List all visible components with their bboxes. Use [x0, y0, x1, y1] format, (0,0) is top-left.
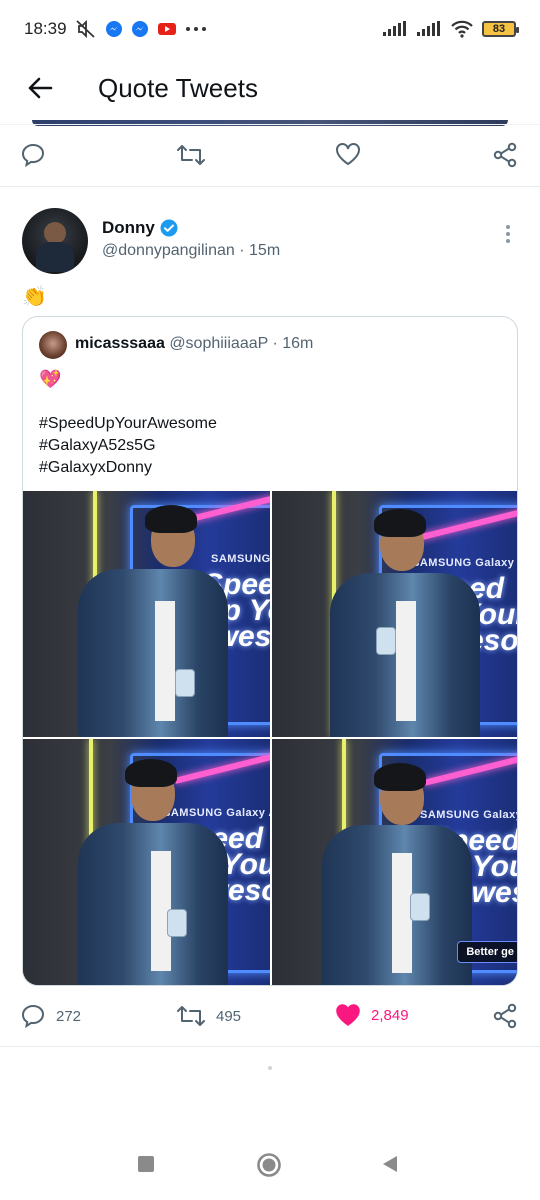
avatar-body: [36, 242, 74, 272]
tweet-photo[interactable]: SAMSUNG Galaxy A52s Speed Up Your Awesom…: [23, 739, 270, 985]
vertical-dots-icon: [506, 225, 510, 243]
tweet-photo[interactable]: SAMSUNG Galaxy Speed Up Your Awesome: [23, 491, 270, 737]
divider: [0, 186, 540, 187]
hashtag-link[interactable]: #GalaxyxDonny: [39, 457, 217, 479]
recents-button[interactable]: [136, 1154, 156, 1179]
person-hair: [374, 763, 426, 791]
reply-button[interactable]: [20, 142, 46, 168]
sign-text: SAMSUNG Galaxy A52s: [420, 809, 517, 821]
avatar[interactable]: [22, 208, 88, 274]
status-time: 18:39: [24, 19, 67, 38]
quoted-tweet-card[interactable]: micasssaaa @sophiiiaaaP · 16m 💖 #SpeedUp…: [22, 316, 518, 986]
tweet-text: 👏: [22, 286, 47, 308]
sign-text: SAMSUNG Galaxy A52s: [163, 807, 270, 819]
reply-button[interactable]: 272: [20, 1003, 81, 1029]
photo-grid: SAMSUNG Galaxy Speed Up Your Awesome SAM…: [23, 491, 517, 985]
back-arrow-icon: [28, 77, 53, 99]
quoted-handle: @sophiiiaaaP: [169, 335, 268, 352]
reply-icon: [21, 143, 45, 168]
sign-text: SAMSUNG Galaxy A52s: [412, 557, 517, 569]
tweet-photo[interactable]: SAMSUNG Galaxy A52s Speed Up Your Awesom…: [272, 491, 517, 737]
handle-line: @donnypangilinan · 15m: [102, 242, 280, 260]
hashtag-link[interactable]: #GalaxyA52s5G: [39, 435, 217, 457]
quoted-emoji: 💖: [39, 369, 62, 389]
liked-heart-icon: [336, 1004, 360, 1026]
video-caption-chip: Better ge: [457, 941, 517, 963]
sign-text: SAMSUNG Galaxy: [211, 553, 270, 565]
retweet-icon: [177, 145, 205, 165]
like-count: 2,849: [371, 1006, 409, 1024]
person-shirt: [155, 601, 175, 721]
triangle-back-icon: [383, 1156, 397, 1172]
loading-indicator: [268, 1066, 272, 1070]
tweet-actions: 272 495 2,849: [0, 986, 540, 1046]
system-navigation-bar: [0, 1130, 540, 1200]
phone: [376, 627, 396, 655]
status-bar: 18:39 83: [0, 0, 540, 58]
person-hair: [374, 509, 426, 537]
mute-icon: [75, 19, 95, 39]
author-name-line[interactable]: Donny: [102, 218, 178, 238]
circle-home-icon: [257, 1153, 281, 1177]
avatar-face: [44, 222, 66, 244]
share-icon: [493, 142, 517, 168]
more-options-button[interactable]: [498, 222, 518, 246]
share-icon: [493, 1003, 517, 1029]
quoted-avatar: [39, 331, 67, 359]
phone: [410, 893, 430, 921]
signal-icon: [417, 21, 440, 36]
page-title: Quote Tweets: [98, 72, 258, 103]
system-icons: 83: [382, 20, 519, 38]
display-name[interactable]: Donny: [102, 218, 155, 238]
tweet-photo[interactable]: SAMSUNG Galaxy A52s Speed Up Your Awesom…: [272, 739, 517, 985]
battery-level: 83: [492, 23, 506, 35]
phone: [175, 669, 195, 697]
verified-badge-icon: [160, 219, 178, 237]
hashtag-link[interactable]: #SpeedUpYourAwesome: [39, 413, 217, 435]
share-button[interactable]: [492, 1003, 518, 1029]
reply-icon: [21, 1004, 45, 1029]
more-notifications-icon: [185, 27, 206, 31]
person-shirt: [392, 853, 412, 973]
quoted-display-name: micasssaaa: [75, 335, 165, 352]
quoted-time: · 16m: [272, 335, 314, 352]
signal-icon: [383, 21, 406, 36]
like-icon: [336, 143, 360, 166]
wifi-icon: [451, 20, 473, 38]
retweet-count: 495: [216, 1007, 242, 1025]
system-back-button[interactable]: [380, 1154, 400, 1179]
reply-count: 272: [56, 1007, 82, 1025]
app-header: Quote Tweets: [0, 58, 540, 118]
person-jacket: [78, 569, 228, 737]
person-shirt: [396, 601, 416, 721]
like-button[interactable]: [335, 142, 361, 166]
author-handle[interactable]: @donnypangilinan: [102, 242, 235, 259]
retweet-icon: [177, 1006, 205, 1026]
tweet-time: · 15m: [239, 242, 281, 259]
like-button[interactable]: 2,849: [335, 1003, 409, 1027]
divider: [0, 1046, 540, 1047]
retweet-button[interactable]: 495: [176, 1003, 241, 1029]
person-hair: [145, 505, 197, 533]
retweet-button[interactable]: [176, 142, 206, 168]
messenger-icon: [131, 21, 148, 37]
messenger-icon: [105, 21, 122, 37]
back-button[interactable]: [20, 68, 60, 108]
square-recents-icon: [138, 1156, 154, 1172]
quoted-author-line: micasssaaa @sophiiiaaaP · 16m: [75, 335, 313, 353]
home-button[interactable]: [256, 1152, 282, 1183]
youtube-icon: [157, 23, 176, 35]
previous-tweet-actions: [0, 125, 540, 185]
share-button[interactable]: [492, 142, 518, 168]
battery-icon: 83: [482, 21, 519, 37]
phone: [167, 909, 187, 937]
person-hair: [125, 759, 177, 787]
notification-icons: [75, 19, 207, 39]
quoted-text: #SpeedUpYourAwesome #GalaxyA52s5G #Galax…: [39, 413, 217, 479]
